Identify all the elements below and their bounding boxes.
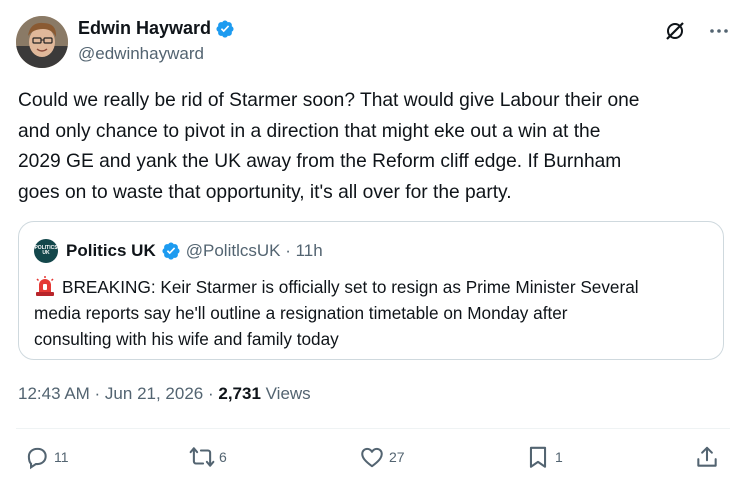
tweet-text-line: and only chance to pivot in a direction … [18, 120, 601, 142]
bookmark-button[interactable]: 1 [525, 444, 563, 470]
quoted-avatar[interactable]: POLITICS UK [34, 239, 58, 263]
reply-button[interactable]: 11 [24, 444, 69, 470]
divider [16, 428, 730, 429]
quoted-text-line: BREAKING: Keir Starmer is officially set… [62, 277, 639, 297]
author-display-name[interactable]: Edwin Hayward [78, 18, 211, 39]
more-options-icon[interactable] [708, 20, 730, 42]
quoted-display-name[interactable]: Politics UK [66, 241, 156, 261]
quoted-text-line-1: BREAKING: Keir Starmer is officially set… [34, 274, 714, 300]
repost-button[interactable]: 6 [189, 444, 227, 470]
like-count: 27 [389, 449, 405, 465]
quoted-handle-time: @PolitlcsUK · 11h [185, 241, 323, 260]
author-handle[interactable]: @edwinhayward [78, 44, 204, 64]
views-count: 2,731 [218, 384, 261, 403]
heart-icon [361, 447, 383, 468]
repost-icon [189, 447, 215, 467]
repost-count: 6 [219, 449, 227, 465]
author-name-row: Edwin Hayward [78, 18, 235, 39]
tweet-header: Edwin Hayward @edwinhayward [16, 14, 730, 70]
views-label: Views [260, 384, 311, 403]
verified-badge-icon[interactable] [215, 19, 235, 39]
tweet-text-line: Could we really be rid of Starmer soon? … [18, 90, 640, 111]
reply-count: 11 [54, 449, 69, 465]
like-button[interactable]: 27 [359, 444, 405, 470]
quoted-tweet-text: BREAKING: Keir Starmer is officially set… [34, 274, 714, 352]
grok-icon[interactable] [664, 20, 686, 42]
tweet-text-line: goes on to waste that opportunity, it's … [18, 181, 512, 203]
bookmark-icon [529, 446, 547, 468]
tweet-text-line: 2029 GE and yank the UK away from the Re… [18, 151, 622, 172]
quoted-text-line: consulting with his wife and family toda… [34, 329, 339, 349]
bookmark-count: 1 [555, 449, 563, 465]
verified-badge-icon [161, 241, 181, 261]
timestamp[interactable]: 12:43 AM · Jun 21, 2026 · [18, 384, 218, 403]
siren-icon [34, 276, 56, 296]
quoted-tweet-header: POLITICS UK Politics UK @PolitlcsUK · 11… [34, 239, 323, 263]
avatar[interactable] [16, 16, 68, 68]
reply-icon [27, 447, 47, 470]
action-bar: 11 6 27 1 [0, 444, 746, 474]
tweet-metadata: 12:43 AM · Jun 21, 2026 · 2,731 Views [18, 384, 311, 404]
tweet-text: Could we really be rid of Starmer soon? … [18, 86, 730, 208]
quoted-tweet[interactable]: POLITICS UK Politics UK @PolitlcsUK · 11… [18, 221, 724, 360]
share-button[interactable] [694, 444, 720, 470]
share-icon [697, 446, 717, 467]
quoted-text-line: media reports say he'll outline a resign… [34, 303, 568, 323]
quoted-avatar-text: POLITICS UK [34, 245, 58, 256]
